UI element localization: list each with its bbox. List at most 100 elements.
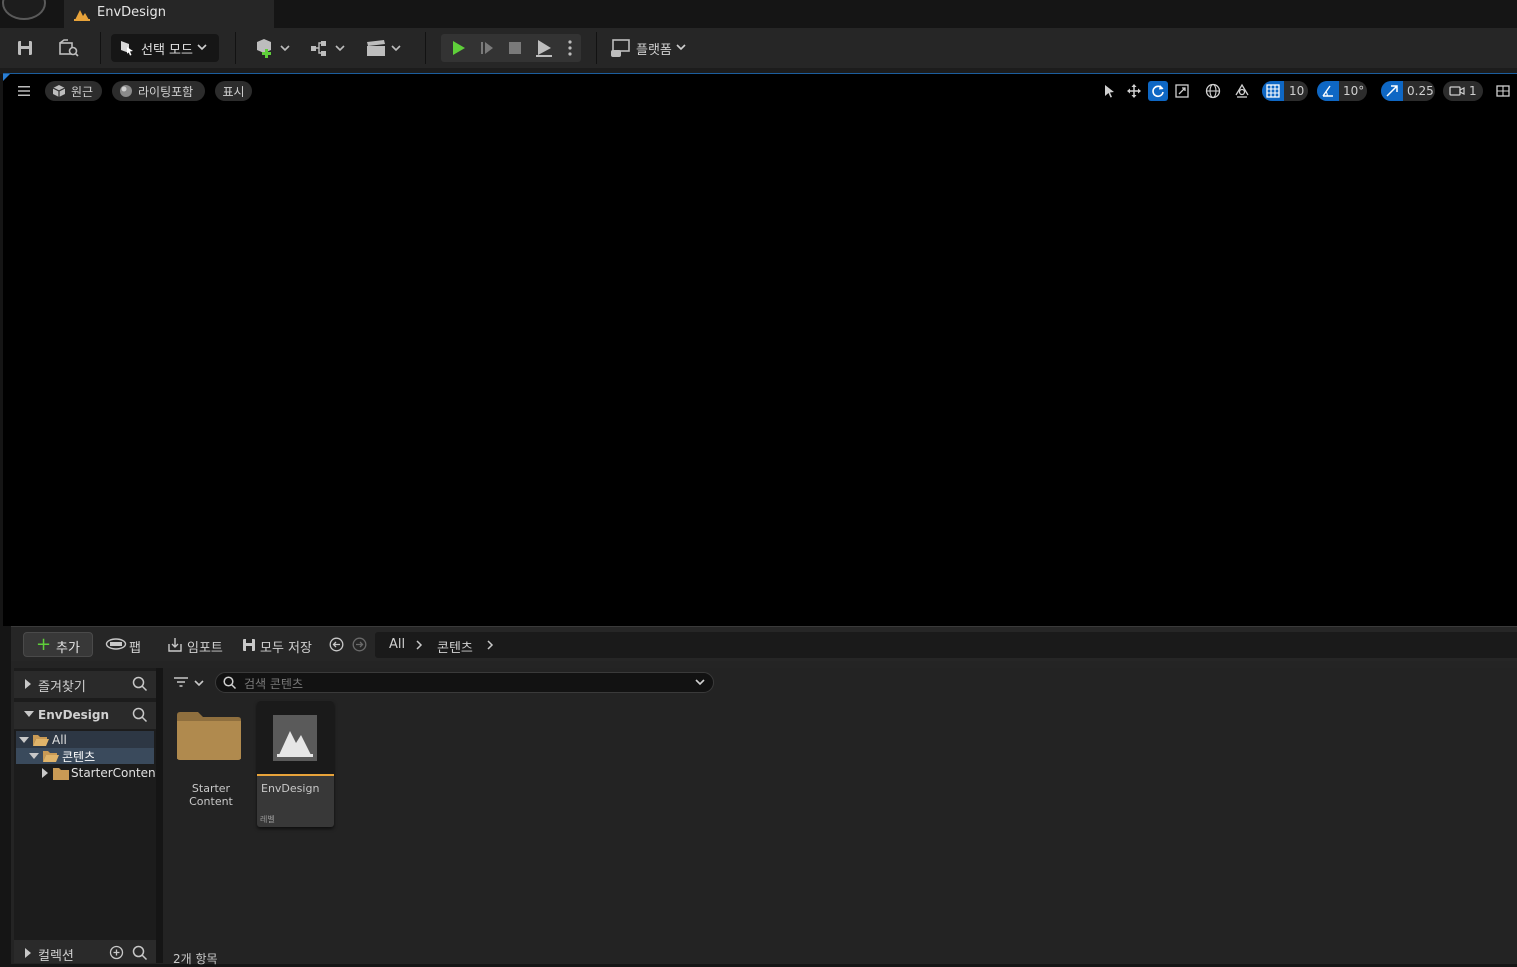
camera-speed-value: 1 <box>1469 84 1477 98</box>
advance-frame-button[interactable] <box>475 34 499 62</box>
add-button[interactable]: + 추가 <box>23 632 93 657</box>
asset-tile-starter-content[interactable]: Starter Content <box>172 705 248 815</box>
show-flags-button[interactable]: 표시 <box>215 81 252 101</box>
search-icon[interactable] <box>132 676 148 692</box>
play-options-button[interactable] <box>562 34 578 62</box>
select-tool-button[interactable] <box>1099 81 1119 101</box>
grid-snap-toggle[interactable]: 10 <box>1262 81 1308 101</box>
asset-type-color-bar <box>257 774 334 776</box>
layout-icon <box>1496 85 1510 97</box>
world-local-button[interactable] <box>1203 81 1223 101</box>
viewport-layout-button[interactable] <box>1493 81 1513 101</box>
mode-label: 선택 모드 <box>141 43 193 58</box>
scale-snap-toggle[interactable]: 0.25 <box>1381 81 1435 101</box>
asset-type-label: 레벨 <box>260 815 275 824</box>
view-mode-label: 라이팅포함 <box>138 84 194 99</box>
asset-tile-envdesign[interactable]: EnvDesign 레벨 <box>257 701 334 827</box>
back-arrow-icon[interactable] <box>329 637 344 652</box>
save-icon <box>18 41 32 55</box>
level-tab[interactable]: EnvDesign <box>64 0 274 28</box>
rotation-snap-icon-wrap <box>1317 81 1339 101</box>
tree-item-content[interactable]: 콘텐츠 <box>29 748 95 764</box>
import-button[interactable]: 임포트 <box>187 637 223 656</box>
surface-snapping-button[interactable] <box>1232 81 1252 101</box>
level-asset-icon <box>273 715 317 761</box>
cinematics-dropdown[interactable] <box>364 34 404 62</box>
selection-mode-dropdown[interactable]: 선택 모드 <box>111 34 219 62</box>
scale-snap-icon-wrap <box>1381 81 1403 101</box>
translate-tool-button[interactable] <box>1124 81 1144 101</box>
folder-icon <box>177 712 241 760</box>
toolbar-separator <box>425 32 426 64</box>
rotation-snap-toggle[interactable]: 10° <box>1317 81 1367 101</box>
chevron-right-icon[interactable] <box>415 640 423 650</box>
add-actor-icon <box>257 39 290 58</box>
breadcrumb-content[interactable]: 콘텐츠 <box>437 637 473 656</box>
chevron-down-icon <box>29 753 39 759</box>
save-button[interactable] <box>12 34 38 62</box>
rotate-tool-button[interactable] <box>1148 81 1168 101</box>
rotate-icon <box>1152 85 1164 98</box>
chevron-right-icon <box>42 768 48 778</box>
add-collection-icon[interactable] <box>109 945 124 960</box>
fab-icon <box>105 638 127 650</box>
scale-snap-value: 0.25 <box>1407 84 1434 98</box>
search-input-wrapper <box>215 672 714 693</box>
platform-label: 플랫폼 <box>636 43 672 58</box>
filter-dropdown[interactable] <box>173 675 207 691</box>
stop-button[interactable] <box>503 34 527 62</box>
asset-name: EnvDesign <box>261 782 320 795</box>
perspective-button[interactable]: 원근 <box>45 81 102 101</box>
eject-button[interactable] <box>531 34 557 62</box>
collections-label: 컬렉션 <box>38 949 74 964</box>
chevron-down-icon[interactable] <box>695 679 705 687</box>
breadcrumb <box>375 632 1517 658</box>
asset-name-line2: Content <box>189 795 233 808</box>
search-input[interactable] <box>242 674 686 693</box>
tree-item-starter-content[interactable]: StarterContent <box>41 765 160 781</box>
blueprint-dropdown[interactable] <box>308 34 348 62</box>
play-button[interactable] <box>446 34 470 62</box>
forward-arrow-icon[interactable] <box>352 637 367 652</box>
asset-view <box>163 668 1517 963</box>
chevron-right-icon[interactable] <box>486 640 494 650</box>
tree-all-label: All <box>52 733 67 747</box>
scale-tool-button[interactable] <box>1172 81 1192 101</box>
step-forward-icon <box>481 42 493 54</box>
cube-icon <box>52 85 66 97</box>
cursor-icon <box>1105 85 1114 98</box>
camera-icon <box>1449 86 1465 96</box>
viewport-menu-button[interactable] <box>14 81 34 101</box>
search-icon[interactable] <box>132 945 148 961</box>
move-icon <box>1127 84 1141 98</box>
search-icon[interactable] <box>132 707 148 723</box>
grid-snap-icon-wrap <box>1262 81 1284 101</box>
favorites-section[interactable]: 즐겨찾기 <box>14 671 156 698</box>
tab-label: EnvDesign <box>97 5 167 20</box>
select-mode-icon <box>121 41 133 56</box>
platform-icon <box>611 39 630 57</box>
play-icon <box>453 41 465 55</box>
view-mode-button[interactable]: 라이팅포함 <box>112 81 205 101</box>
tree-content-label: 콘텐츠 <box>62 749 96 764</box>
project-section[interactable]: EnvDesign <box>14 702 156 729</box>
save-all-button[interactable]: 모두 저장 <box>260 637 312 656</box>
rotation-snap-value: 10° <box>1343 84 1365 98</box>
level-viewport[interactable] <box>3 74 1517 626</box>
browse-content-button[interactable] <box>55 34 83 62</box>
viewport-corner-marker <box>3 74 10 81</box>
breadcrumb-all[interactable]: All <box>389 637 405 652</box>
quick-add-dropdown[interactable] <box>253 34 293 62</box>
lit-sphere-icon <box>120 85 132 97</box>
fab-button[interactable]: 팹 <box>129 637 141 656</box>
tree-starter-label: StarterContent <box>71 766 161 780</box>
collections-section[interactable]: 컬렉션 <box>14 940 156 964</box>
plus-icon: + <box>36 634 52 655</box>
viewport-active-border <box>3 73 1517 74</box>
tree-item-all[interactable]: All <box>19 732 67 748</box>
panel-splitter[interactable] <box>156 668 163 963</box>
clapperboard-icon <box>367 40 401 56</box>
asset-thumbnail <box>257 701 334 775</box>
camera-speed-button[interactable]: 1 <box>1443 81 1483 101</box>
chevron-down-icon <box>197 44 207 51</box>
